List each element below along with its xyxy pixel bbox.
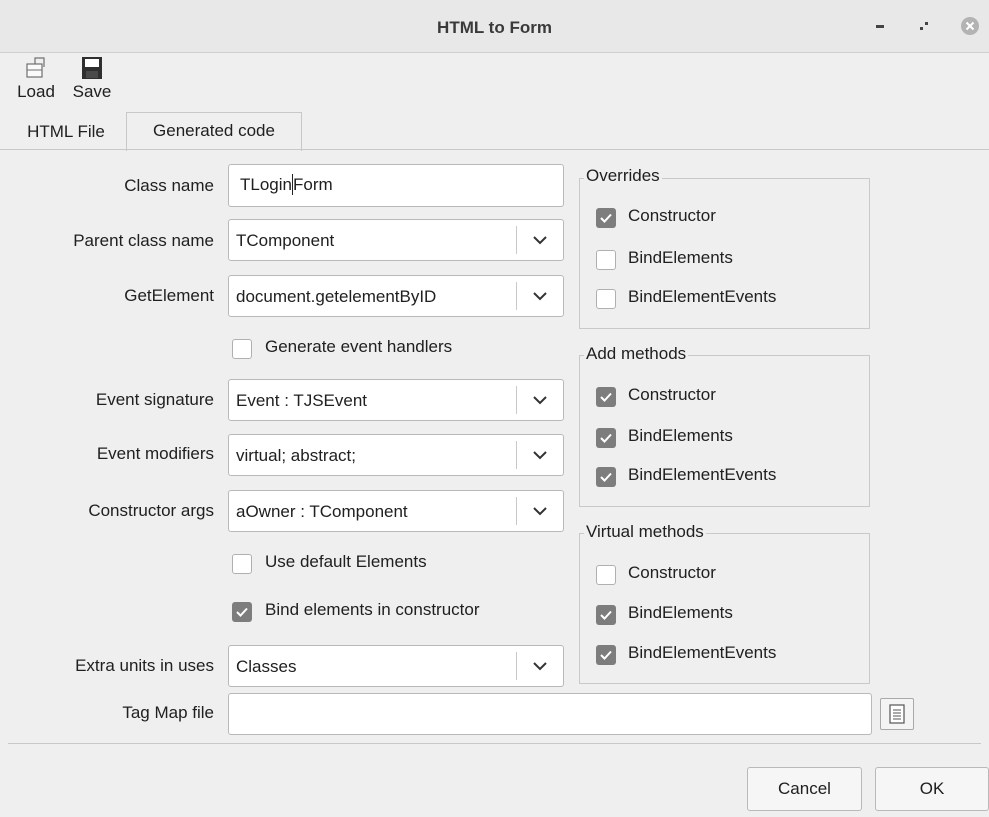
get-element-label: GetElement	[124, 286, 214, 305]
chevron-down-icon[interactable]	[527, 228, 553, 252]
virtual-methods-bindelements-checkbox[interactable]	[596, 605, 616, 625]
window-title: HTML to Form	[437, 18, 552, 37]
load-button[interactable]: Load	[10, 52, 62, 110]
add-methods-bindelementevents-checkbox[interactable]	[596, 467, 616, 487]
chevron-down-icon[interactable]	[527, 284, 553, 308]
save-button[interactable]: Save	[66, 52, 118, 110]
use-default-elements-label: Use default Elements	[265, 552, 427, 571]
constructor-args-select[interactable]: aOwner : TComponent	[228, 490, 564, 532]
event-signature-select[interactable]: Event : TJSEvent	[228, 379, 564, 421]
class-name-input[interactable]: TLoginForm	[228, 164, 564, 207]
overrides-bindelements-label: BindElements	[628, 248, 733, 267]
bind-elements-in-constructor-checkbox[interactable]	[232, 602, 252, 622]
bind-elements-in-constructor-label: Bind elements in constructor	[265, 600, 480, 619]
overrides-title: Overrides	[584, 166, 662, 186]
extra-units-select[interactable]: Classes	[228, 645, 564, 687]
ok-button[interactable]: OK	[875, 767, 989, 811]
class-name-label: Class name	[124, 176, 214, 195]
floppy-disk-icon	[78, 54, 106, 82]
parent-class-name-select[interactable]: TComponent	[228, 219, 564, 261]
cancel-button[interactable]: Cancel	[747, 767, 862, 811]
get-element-value: document.getelementByID	[236, 287, 437, 306]
save-label: Save	[72, 82, 112, 101]
add-methods-title: Add methods	[584, 344, 689, 364]
restore-icon[interactable]	[912, 14, 936, 38]
tab-html-file[interactable]: HTML File	[10, 114, 122, 150]
generate-event-handlers-label: Generate event handlers	[265, 337, 453, 356]
event-signature-value: Event : TJSEvent	[236, 391, 368, 410]
combo-separator	[516, 282, 517, 310]
open-folder-icon	[22, 54, 50, 82]
tab-generated-code[interactable]: Generated code	[126, 112, 302, 151]
chevron-down-icon[interactable]	[527, 499, 553, 523]
chevron-down-icon[interactable]	[527, 443, 553, 467]
file-browse-button[interactable]	[880, 698, 914, 730]
combo-separator	[516, 652, 517, 680]
add-methods-bindelements-checkbox[interactable]	[596, 428, 616, 448]
virtual-methods-constructor-label: Constructor	[628, 563, 716, 582]
chevron-down-icon[interactable]	[527, 388, 553, 412]
title-bar: HTML to Form	[0, 0, 989, 53]
constructor-args-label: Constructor args	[88, 501, 214, 520]
virtual-methods-title: Virtual methods	[584, 522, 706, 542]
virtual-methods-bindelementevents-checkbox[interactable]	[596, 645, 616, 665]
add-methods-bindelementevents-label: BindElementEvents	[628, 465, 777, 484]
extra-units-value: Classes	[236, 657, 297, 676]
overrides-bindelementevents-label: BindElementEvents	[628, 287, 777, 306]
parent-class-name-value: TComponent	[236, 231, 335, 250]
overrides-bindelements-checkbox[interactable]	[596, 250, 616, 270]
add-methods-bindelements-label: BindElements	[628, 426, 733, 445]
virtual-methods-constructor-checkbox[interactable]	[596, 565, 616, 585]
class-name-value-end: Form	[292, 175, 333, 194]
combo-separator	[516, 386, 517, 414]
generate-event-handlers-checkbox[interactable]	[232, 339, 252, 359]
class-name-value-start: TLogin	[240, 175, 292, 194]
tab-divider	[0, 149, 989, 150]
event-modifiers-value: virtual; abstract;	[236, 446, 356, 465]
overrides-constructor-label: Constructor	[628, 206, 716, 225]
tag-map-file-input[interactable]	[228, 693, 872, 735]
event-signature-label: Event signature	[95, 390, 214, 409]
close-icon[interactable]	[958, 14, 982, 38]
tag-map-file-label: Tag Map file	[122, 703, 214, 722]
use-default-elements-checkbox[interactable]	[232, 554, 252, 574]
chevron-down-icon[interactable]	[527, 654, 553, 678]
virtual-methods-bindelements-label: BindElements	[628, 603, 733, 622]
event-modifiers-select[interactable]: virtual; abstract;	[228, 434, 564, 476]
combo-separator	[516, 497, 517, 525]
file-browse-icon	[889, 704, 905, 724]
virtual-methods-bindelementevents-label: BindElementEvents	[628, 643, 777, 662]
get-element-select[interactable]: document.getelementByID	[228, 275, 564, 317]
overrides-bindelementevents-checkbox[interactable]	[596, 289, 616, 309]
button-bar-divider	[8, 743, 981, 744]
add-methods-constructor-label: Constructor	[628, 385, 716, 404]
load-label: Load	[17, 82, 55, 101]
combo-separator	[516, 441, 517, 469]
constructor-args-value: aOwner : TComponent	[236, 502, 408, 521]
overrides-constructor-checkbox[interactable]	[596, 208, 616, 228]
event-modifiers-label: Event modifiers	[96, 444, 214, 463]
parent-class-name-label: Parent class name	[73, 231, 214, 250]
combo-separator	[516, 226, 517, 254]
minimize-icon[interactable]	[868, 14, 892, 38]
extra-units-label: Extra units in uses	[75, 656, 214, 675]
add-methods-constructor-checkbox[interactable]	[596, 387, 616, 407]
